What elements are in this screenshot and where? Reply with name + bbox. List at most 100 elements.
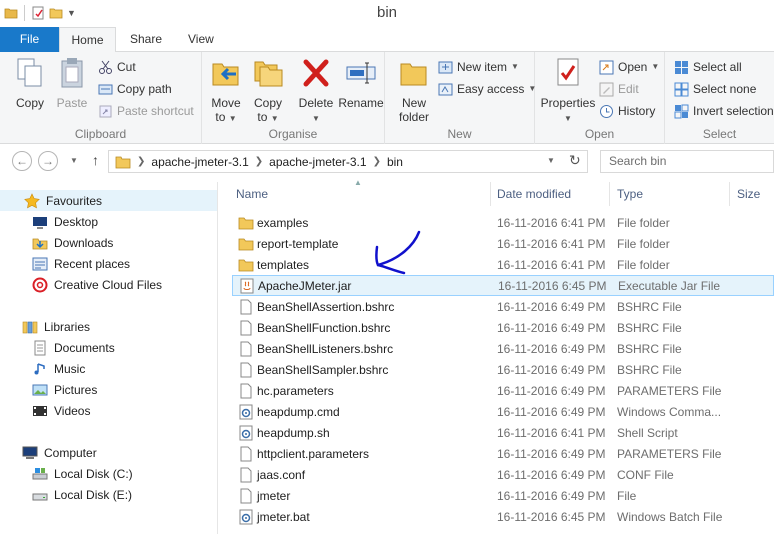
tab-share[interactable]: Share <box>120 27 172 52</box>
nav-documents[interactable]: Documents <box>0 337 217 358</box>
file-date: 16-11-2016 6:41 PM <box>497 236 606 251</box>
file-icon <box>240 299 252 314</box>
easy-access-button[interactable]: Easy access ▼ <box>438 79 536 99</box>
column-header-name[interactable]: Name <box>236 182 268 206</box>
nav-videos[interactable]: Videos <box>0 400 217 421</box>
nav-local-disk-c[interactable]: Local Disk (C:) <box>0 463 217 484</box>
nav-local-disk-e[interactable]: Local Disk (E:) <box>0 484 217 505</box>
rename-label: Rename <box>338 96 384 110</box>
file-row[interactable]: heapdump.sh 16-11-2016 6:41 PM Shell Scrip… <box>232 422 774 443</box>
nav-computer[interactable]: Computer <box>0 442 217 463</box>
properties-label: Properties <box>540 96 596 110</box>
column-divider[interactable] <box>490 182 491 206</box>
forward-button[interactable]: → <box>38 151 58 171</box>
select-all-button[interactable]: Select all <box>674 57 742 77</box>
file-row[interactable]: templates 16-11-2016 6:41 PM File folder <box>232 254 774 275</box>
paste-shortcut-label: Paste shortcut <box>117 104 194 118</box>
rename-button[interactable]: Rename <box>338 56 384 110</box>
edit-icon <box>599 82 614 96</box>
file-row[interactable]: examples 16-11-2016 6:41 PM File folder <box>232 212 774 233</box>
move-to-button[interactable]: Move to ▼ <box>206 56 246 124</box>
nav-pictures[interactable]: Pictures <box>0 379 217 400</box>
nav-libraries[interactable]: Libraries <box>0 316 217 337</box>
paste-shortcut-button[interactable]: Paste shortcut <box>98 101 194 121</box>
select-group: Select all Select none Invert selection … <box>665 52 774 144</box>
file-icon <box>240 341 252 356</box>
column-divider[interactable] <box>609 182 610 206</box>
new-item-button[interactable]: New item ▼ <box>438 57 519 77</box>
folder-icon <box>238 217 254 229</box>
nav-downloads[interactable]: Downloads <box>0 232 217 253</box>
column-header-size[interactable]: Size <box>737 182 760 206</box>
column-header-type[interactable]: Type <box>617 182 643 206</box>
file-icon <box>240 488 252 503</box>
creative-cloud-icon <box>32 277 48 292</box>
copy-icon <box>17 58 42 87</box>
window-title: bin <box>376 4 398 21</box>
history-button[interactable]: History <box>599 101 655 121</box>
search-input[interactable]: Search bin <box>600 150 774 173</box>
nav-creative-cloud[interactable]: Creative Cloud Files <box>0 274 217 295</box>
tab-view[interactable]: View <box>178 27 224 52</box>
navigation-bar: ← → ▼ ↑ ❯ apache-jmeter-3.1 ❯ apache-jme… <box>0 146 774 178</box>
address-bar[interactable]: ❯ apache-jmeter-3.1 ❯ apache-jmeter-3.1 … <box>108 150 588 173</box>
breadcrumb-item[interactable]: apache-jmeter-3.1 <box>269 155 366 169</box>
column-header-date[interactable]: Date modified <box>497 182 571 206</box>
copy-button[interactable]: Copy <box>10 56 50 110</box>
invert-selection-icon <box>674 104 689 118</box>
file-row[interactable]: jaas.conf 16-11-2016 6:49 PM CONF File <box>232 464 774 485</box>
file-row[interactable]: report-template 16-11-2016 6:41 PM File fo… <box>232 233 774 254</box>
move-to-label-2: to <box>215 110 226 124</box>
copy-to-label: Copy <box>253 96 282 110</box>
file-row[interactable]: heapdump.cmd 16-11-2016 6:49 PM Windows Co… <box>232 401 774 422</box>
invert-selection-button[interactable]: Invert selection <box>674 101 774 121</box>
file-type: BSHRC File <box>617 362 682 377</box>
new-folder-button[interactable]: New folder <box>391 56 437 124</box>
select-none-button[interactable]: Select none <box>674 79 756 99</box>
breadcrumb-item[interactable]: apache-jmeter-3.1 <box>151 155 248 169</box>
cut-button[interactable]: Cut <box>98 57 136 77</box>
edit-button[interactable]: Edit <box>599 79 639 99</box>
tab-home[interactable]: Home <box>59 27 116 53</box>
up-arrow-icon[interactable]: ↑ <box>92 152 99 168</box>
paste-button[interactable]: Paste <box>52 56 92 110</box>
column-divider[interactable] <box>729 182 730 206</box>
address-dropdown-icon[interactable]: ▼ <box>547 156 555 165</box>
file-icon <box>240 383 252 398</box>
properties-button[interactable]: Properties ▼ <box>539 56 597 124</box>
file-row[interactable]: httpclient.parameters 16-11-2016 6:49 PM P… <box>232 443 774 464</box>
open-button[interactable]: Open ▼ <box>599 57 659 77</box>
recent-locations-chevron-icon[interactable]: ▼ <box>70 156 78 165</box>
file-name: BeanShellFunction.bshrc <box>257 320 391 335</box>
chevron-down-icon: ▼ <box>651 62 660 71</box>
file-name: report-template <box>257 236 339 251</box>
breadcrumb-item[interactable]: bin <box>387 155 403 169</box>
copy-to-button[interactable]: Copy to ▼ <box>248 56 288 124</box>
file-row[interactable]: jmeter.bat 16-11-2016 6:45 PM Windows Batc… <box>232 506 774 527</box>
file-icon <box>240 320 252 335</box>
file-date: 16-11-2016 6:49 PM <box>497 341 606 356</box>
delete-button[interactable]: Delete ▼ <box>294 56 338 124</box>
file-row[interactable]: BeanShellAssertion.bshrc 16-11-2016 6:49 … <box>232 296 774 317</box>
tab-file[interactable]: File <box>0 27 59 52</box>
new-folder-label: New <box>401 96 426 110</box>
file-row[interactable]: BeanShellSampler.bshrc 16-11-2016 6:49 PM… <box>232 359 774 380</box>
file-icon <box>240 362 252 377</box>
nav-desktop[interactable]: Desktop <box>0 211 217 232</box>
refresh-icon[interactable]: ↻ <box>569 152 581 169</box>
file-name: heapdump.sh <box>257 425 330 440</box>
nav-favourites[interactable]: Favourites <box>0 190 217 211</box>
delete-label: Delete <box>298 96 334 110</box>
file-name: BeanShellAssertion.bshrc <box>257 299 395 314</box>
file-row[interactable]: BeanShellListeners.bshrc 16-11-2016 6:49 … <box>232 338 774 359</box>
copy-path-button[interactable]: Copy path <box>98 79 172 99</box>
file-row[interactable]: BeanShellFunction.bshrc 16-11-2016 6:49 P… <box>232 317 774 338</box>
file-row[interactable]: hc.parameters 16-11-2016 6:49 PM PARAMETER… <box>232 380 774 401</box>
history-icon <box>600 104 613 118</box>
file-row[interactable]: jmeter 16-11-2016 6:49 PM File <box>232 485 774 506</box>
nav-music[interactable]: Music <box>0 358 217 379</box>
back-button[interactable]: ← <box>12 151 32 171</box>
cut-label: Cut <box>117 60 136 74</box>
file-row[interactable]: ApacheJMeter.jar 16-11-2016 6:45 PM Execut… <box>232 275 774 296</box>
nav-recent-places[interactable]: Recent places <box>0 253 217 274</box>
